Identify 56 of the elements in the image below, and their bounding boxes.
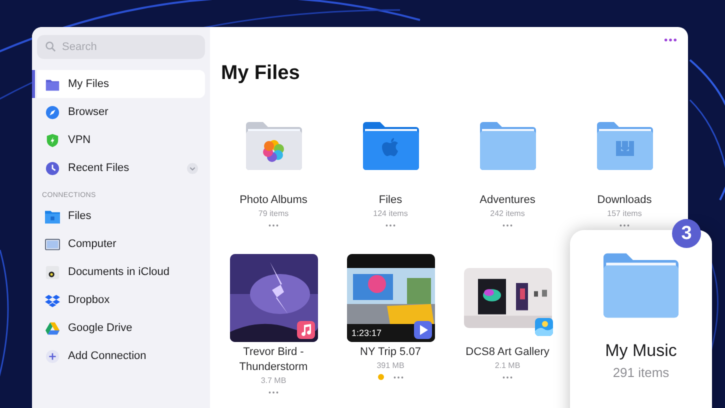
photos-folder-icon[interactable] [244, 121, 302, 171]
apple-folder-icon[interactable] [362, 121, 420, 171]
more-icon[interactable] [385, 224, 396, 226]
sidebar-item[interactable]: Dropbox [32, 286, 205, 314]
sidebar-item[interactable]: Add Connection [32, 342, 205, 370]
page-title: My Files [221, 61, 301, 86]
plus-icon [45, 348, 60, 364]
folder-name: My Music [605, 341, 677, 361]
dropbox-icon [45, 292, 60, 308]
more-icon[interactable] [619, 224, 630, 226]
image-icon [534, 318, 552, 336]
folder-info: 291 items [612, 365, 670, 380]
files-icon [45, 208, 60, 224]
sidebar-item[interactable]: VPN [32, 126, 205, 154]
folder-icon[interactable] [478, 121, 536, 171]
sidebar-item[interactable]: Browser [32, 98, 205, 126]
sidebar-item[interactable]: Documents in iCloud [32, 258, 205, 286]
search-icon [45, 41, 56, 52]
sidebar-item[interactable]: Computer [32, 230, 205, 258]
sidebar-item[interactable]: Recent Files [32, 154, 205, 182]
file-name: Photo Albums [238, 193, 308, 208]
download-folder-icon[interactable] [596, 121, 654, 171]
music-note-icon [296, 321, 314, 339]
file-info: 157 items [607, 208, 642, 219]
sidebar-item[interactable]: Files [32, 202, 205, 230]
file-name: NY Trip 5.07 [359, 345, 422, 360]
clock-icon [45, 160, 60, 176]
file-info: 391 MB [376, 360, 404, 371]
video-duration: 1:23:17 [352, 328, 382, 338]
file-info: 3.7 MB [260, 375, 286, 386]
play-icon[interactable] [414, 321, 432, 339]
file-name: Trevor Bird - Thunderstorm [238, 345, 309, 375]
more-icon[interactable] [502, 224, 513, 226]
more-icon[interactable] [664, 38, 677, 42]
file-name: Downloads [596, 193, 653, 208]
drive-icon [45, 320, 60, 336]
chevron-down-icon[interactable] [187, 162, 198, 174]
compass-icon [45, 104, 60, 120]
document-icon [45, 264, 60, 280]
file-name: DCS8 Art Gallery [464, 345, 550, 360]
sidebar-item[interactable]: Google Drive [32, 314, 205, 342]
more-icon[interactable] [502, 376, 513, 378]
sidebar-item[interactable]: My Files [32, 70, 205, 98]
file-info: 124 items [373, 208, 408, 219]
file-info: 2.1 MB [494, 360, 520, 371]
file-info: 242 items [490, 208, 525, 219]
file-name: Adventures [478, 193, 536, 208]
more-icon[interactable] [268, 224, 279, 226]
file-info: 79 items [258, 208, 289, 219]
more-icon[interactable] [268, 390, 279, 394]
shield-icon [45, 132, 60, 148]
file-name: Files [378, 193, 404, 208]
more-icon[interactable] [392, 376, 404, 378]
folder-icon [602, 252, 680, 319]
search-field[interactable]: Search [37, 35, 205, 59]
computer-icon [45, 236, 60, 252]
